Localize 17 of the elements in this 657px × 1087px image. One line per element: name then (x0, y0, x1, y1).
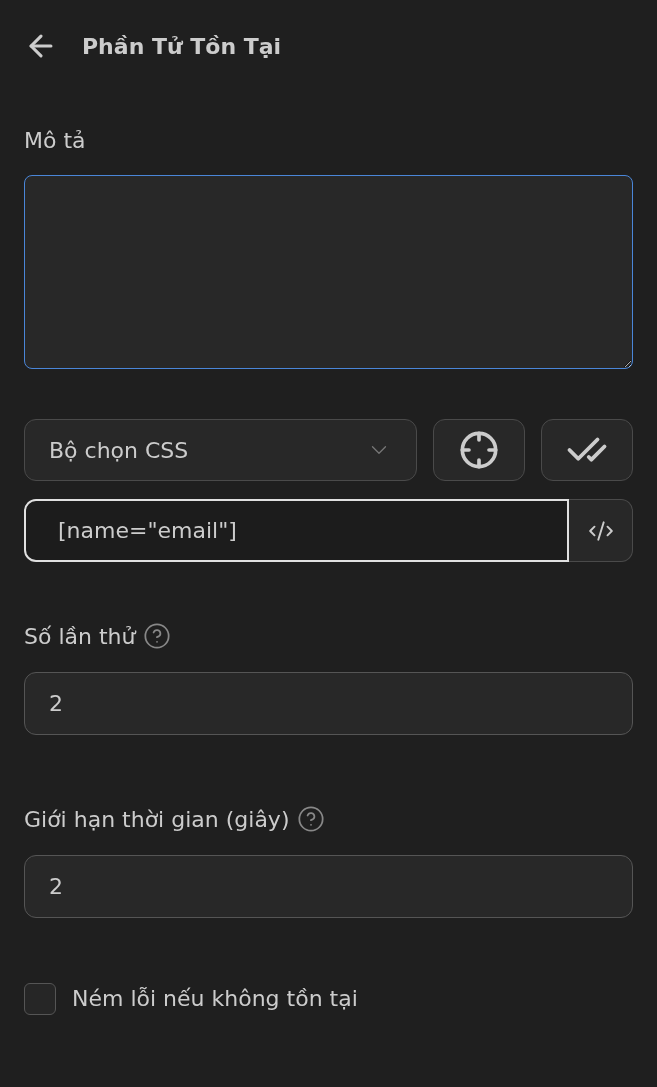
crosshair-icon (459, 430, 499, 470)
selector-type-dropdown[interactable]: Bộ chọn CSS (24, 419, 417, 481)
verify-button[interactable] (541, 419, 633, 481)
field-label: Số lần thử (24, 622, 136, 651)
code-button[interactable] (569, 499, 633, 562)
description-field[interactable] (24, 175, 633, 369)
checkbox[interactable] (24, 982, 56, 1015)
page-title: Phần Tử Tồn Tại (82, 32, 282, 61)
field-label: Giới hạn thời gian (giây) (24, 805, 290, 834)
checkbox-label: Ném lỗi nếu không tồn tại (72, 985, 358, 1013)
pick-element-button[interactable] (433, 419, 525, 481)
number-field[interactable]: 2 (24, 855, 633, 918)
help-icon[interactable] (143, 622, 172, 650)
field-label: Mô tả (24, 127, 87, 155)
help-icon[interactable] (297, 805, 326, 833)
selector-field[interactable]: [name="email"] (24, 499, 569, 562)
number-field[interactable]: 2 (24, 672, 633, 735)
